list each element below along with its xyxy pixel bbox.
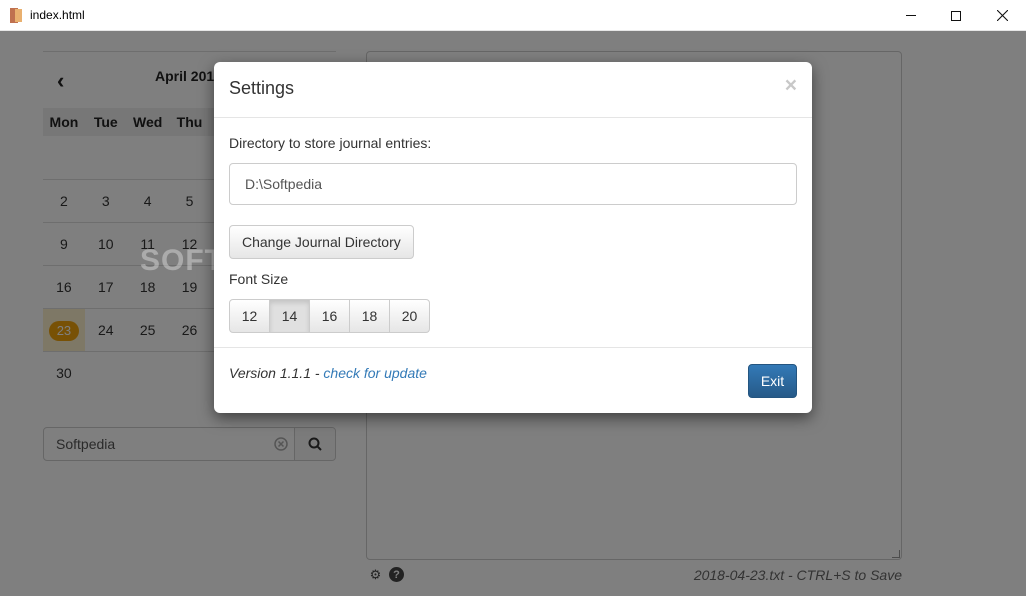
dialog-header: Settings ×: [214, 62, 812, 118]
minimize-button[interactable]: [888, 0, 934, 31]
font-size-button-active[interactable]: 14: [269, 299, 310, 333]
window-title: index.html: [30, 8, 85, 22]
version-info: Version 1.1.1 - check for update: [229, 365, 427, 381]
font-size-button[interactable]: 12: [229, 299, 270, 333]
app-book-icon: [10, 8, 22, 23]
version-text: Version 1.1.1 -: [229, 365, 324, 381]
font-size-label: Font Size: [229, 271, 289, 287]
font-size-group: 12 14 16 18 20: [229, 299, 430, 333]
minimize-icon: [906, 15, 916, 16]
font-size-button[interactable]: 18: [349, 299, 390, 333]
exit-button[interactable]: Exit: [748, 364, 797, 398]
font-size-button[interactable]: 20: [389, 299, 430, 333]
settings-dialog: Settings × Directory to store journal en…: [214, 62, 812, 413]
close-icon: [996, 10, 1008, 21]
directory-label: Directory to store journal entries:: [229, 135, 432, 151]
check-update-link[interactable]: check for update: [323, 365, 427, 381]
dialog-title: Settings: [229, 78, 295, 98]
dialog-close-icon[interactable]: ×: [785, 74, 797, 98]
window-titlebar: index.html: [0, 0, 1026, 31]
maximize-button[interactable]: [933, 0, 979, 31]
close-window-button[interactable]: [979, 0, 1025, 31]
dialog-footer: Version 1.1.1 - check for update Exit: [214, 348, 812, 412]
maximize-icon: [951, 10, 961, 21]
directory-field[interactable]: D:\Softpedia: [229, 163, 797, 205]
font-size-button[interactable]: 16: [309, 299, 350, 333]
dialog-body: Directory to store journal entries: D:\S…: [214, 118, 812, 348]
change-directory-button[interactable]: Change Journal Directory: [229, 225, 414, 259]
